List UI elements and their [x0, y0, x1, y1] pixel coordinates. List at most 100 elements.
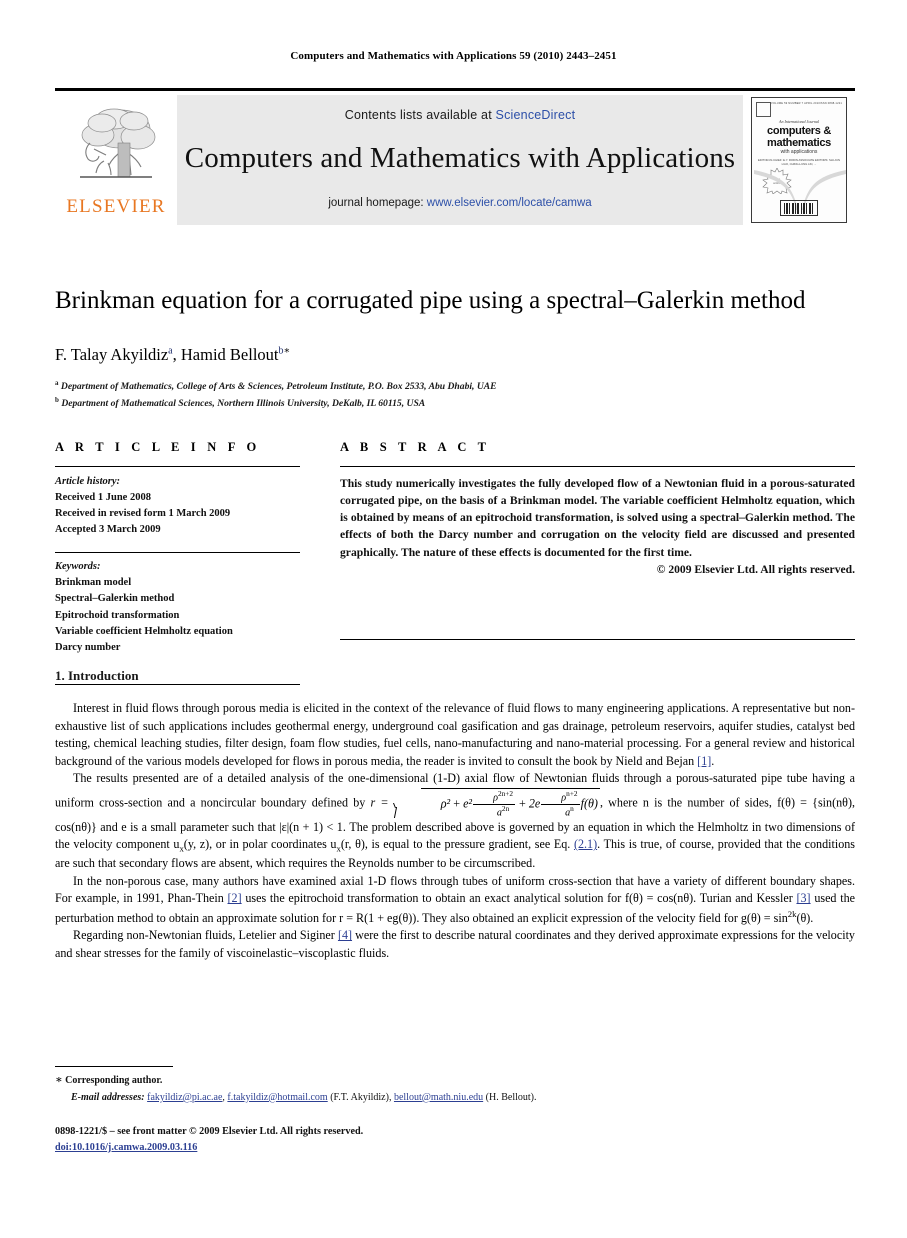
- journal-cover-thumbnail[interactable]: VOLUME 59 NUMBER 7 APRIL 2010 ISSN 0898-…: [751, 97, 847, 223]
- masthead-center-panel: Contents lists available at ScienceDirec…: [177, 95, 743, 225]
- email-period: .: [533, 1091, 537, 1103]
- author-name-1: F. Talay Akyildiz: [55, 345, 169, 364]
- barcode-icon: [784, 202, 813, 214]
- homepage-prefix: journal homepage:: [328, 197, 427, 209]
- info-abstract-band: A R T I C L E I N F O Article history: R…: [55, 440, 855, 686]
- term-rho-squared: ρ²: [440, 795, 451, 810]
- cover-top-row: VOLUME 59 NUMBER 7 APRIL 2010 ISSN 0898-…: [756, 102, 842, 117]
- p3-text-d: (θ).: [796, 910, 814, 925]
- cover-barcode: [752, 200, 846, 216]
- cover-title-line3: with applications: [780, 149, 818, 155]
- email-link-3[interactable]: bellout@math.niu.edu: [394, 1092, 483, 1103]
- equation-ref-2-1[interactable]: (2.1): [574, 837, 597, 851]
- email-addresses-line: E-mail addresses: fakyildiz@pi.ac.ae, f.…: [55, 1090, 845, 1106]
- imprint-doi: doi:10.1016/j.camwa.2009.03.116: [55, 1140, 845, 1156]
- citation-ref-3[interactable]: [3]: [796, 891, 810, 905]
- abstract-heading: A B S T R A C T: [340, 440, 491, 454]
- running-head: Computers and Mathematics with Applicati…: [290, 50, 617, 62]
- corresponding-author-text: Corresponding author.: [65, 1075, 163, 1086]
- article-info-rule-bottom: [55, 684, 300, 686]
- keywords-label: Keywords:: [55, 560, 101, 572]
- section-heading-introduction: 1. Introduction: [55, 668, 139, 683]
- cover-title-line2: mathematics: [767, 137, 831, 149]
- cover-subtitle: An International Journal: [779, 119, 819, 124]
- paragraph-2: The results presented are of a detailed …: [55, 770, 855, 873]
- citation-ref-4[interactable]: [4]: [338, 928, 352, 942]
- abstract-rule-bottom: [340, 638, 855, 640]
- term-two-e: 2e: [528, 795, 541, 810]
- elsevier-tree-icon: [80, 108, 156, 178]
- fraction-2: ρn+2 an: [541, 788, 580, 819]
- cover-issn-label: ISSN 0898-1221: [820, 102, 842, 105]
- affiliation-mark-a: a: [55, 379, 59, 387]
- keyword-item: Epitrochoid transformation: [55, 609, 180, 621]
- author-list: F. Talay Akyildiza, Hamid Belloutb∗: [55, 345, 845, 365]
- cover-title-line1: computers &: [767, 125, 831, 137]
- history-item-revised: Received in revised form 1 March 2009: [55, 507, 231, 519]
- affiliation-b: b Department of Mathematical Sciences, N…: [55, 395, 845, 412]
- p4-text-a: Regarding non-Newtonian fluids, Letelier…: [73, 928, 338, 943]
- journal-title: Computers and Mathematics with Applicati…: [184, 142, 736, 174]
- journal-homepage-link[interactable]: www.elsevier.com/locate/camwa: [427, 197, 592, 209]
- article-history-block: Article history: Received 1 June 2008 Re…: [55, 467, 300, 538]
- keyword-item: Darcy number: [55, 642, 121, 654]
- paper-page: Computers and Mathematics with Applicati…: [0, 0, 907, 1238]
- email-link-2[interactable]: f.takyildiz@hotmail.com: [227, 1092, 327, 1103]
- p2-text-d: (r, θ), is equal to the pressure gradien…: [340, 837, 574, 852]
- citation-ref-1[interactable]: [1]: [697, 754, 711, 768]
- corresponding-author-note: ∗ Corresponding author.: [55, 1072, 845, 1090]
- footnote-block: ∗ Corresponding author. E-mail addresses…: [55, 1072, 845, 1106]
- abstract-column: A B S T R A C T This study numerically i…: [340, 440, 855, 685]
- abstract-text: This study numerically investigates the …: [340, 477, 855, 559]
- history-item-accepted: Accepted 3 March 2009: [55, 523, 161, 535]
- article-history-label: Article history:: [55, 476, 121, 487]
- cover-editors: EDITOR-IN-CHIEF: E.Y. RODIN ASSOCIATE ED…: [758, 158, 841, 167]
- fraction-1-numerator: ρ2n+2: [473, 788, 515, 804]
- cover-barcode-box: [780, 200, 818, 216]
- fraction-2-denominator: an: [541, 803, 580, 819]
- keyword-item: Variable coefficient Helmholtz equation: [55, 625, 233, 637]
- frac1-den-exp: 2n: [501, 803, 510, 813]
- p3-text-b: uses the epitrochoid transformation to o…: [241, 891, 797, 906]
- doi-link[interactable]: doi:10.1016/j.camwa.2009.03.116: [55, 1142, 197, 1153]
- journal-cover-cell: VOLUME 59 NUMBER 7 APRIL 2010 ISSN 0898-…: [743, 95, 855, 225]
- elsevier-wordmark: ELSEVIER: [66, 196, 166, 217]
- article-info-column: A R T I C L E I N F O Article history: R…: [55, 440, 300, 686]
- body-text: Interest in fluid flows through porous m…: [55, 700, 855, 963]
- keyword-item: Spectral–Galerkin method: [55, 593, 175, 605]
- frac1-num-exp: 2n+2: [497, 788, 513, 798]
- p1-end: .: [711, 753, 715, 768]
- op-plus-1: +: [450, 795, 464, 810]
- author-separator: ,: [172, 345, 181, 364]
- affiliation-text-b: Department of Mathematical Sciences, Nor…: [61, 397, 426, 409]
- frac2-den-exp: n: [570, 803, 574, 813]
- abstract-copyright: © 2009 Elsevier Ltd. All rights reserved…: [656, 562, 855, 576]
- affiliation-mark-b: b: [55, 395, 59, 404]
- affiliation-a: a Department of Mathematics, College of …: [55, 378, 845, 395]
- affiliation-text-a: Department of Mathematics, College of Ar…: [60, 381, 497, 393]
- fraction-1-denominator: a2n: [473, 803, 515, 819]
- history-item-received: Received 1 June 2008: [55, 491, 151, 503]
- column-gap: [300, 440, 340, 685]
- imprint-front-matter: 0898-1221/$ – see front matter © 2009 El…: [55, 1126, 364, 1137]
- frac2-num-exp: n+2: [566, 788, 578, 798]
- citation-ref-2[interactable]: [2]: [228, 891, 242, 905]
- contents-prefix: Contents lists available at: [344, 108, 496, 122]
- email-owner-2: (H. Bellout): [485, 1091, 534, 1103]
- term-e-squared: e²: [463, 795, 473, 810]
- sqrt-expression: ρ² + e² ρ2n+2 a2n + 2e ρn+2 an f(θ): [394, 787, 600, 819]
- p1-text: Interest in fluid flows through porous m…: [55, 701, 855, 768]
- email-link-1[interactable]: fakyildiz@pi.ac.ae: [147, 1092, 222, 1103]
- sciencedirect-link[interactable]: ScienceDirect: [496, 108, 576, 122]
- journal-masthead: ELSEVIER Contents lists available at Sci…: [55, 88, 855, 225]
- email-owner-1: (F.T. Akyildiz): [330, 1091, 389, 1103]
- fraction-1: ρ2n+2 a2n: [473, 788, 515, 819]
- page-title: Brinkman equation for a corrugated pipe …: [55, 286, 806, 314]
- term-f-theta: f(θ): [580, 795, 598, 810]
- keyword-item: Brinkman model: [55, 577, 132, 589]
- op-plus-2: +: [516, 795, 529, 810]
- imprint-block: 0898-1221/$ – see front matter © 2009 El…: [55, 1124, 845, 1156]
- cover-publisher-mark-icon: [756, 102, 771, 117]
- cover-volume-label: VOLUME 59 NUMBER 7 APRIL 2010: [771, 102, 820, 105]
- footnote-star-mark: ∗: [55, 1074, 63, 1086]
